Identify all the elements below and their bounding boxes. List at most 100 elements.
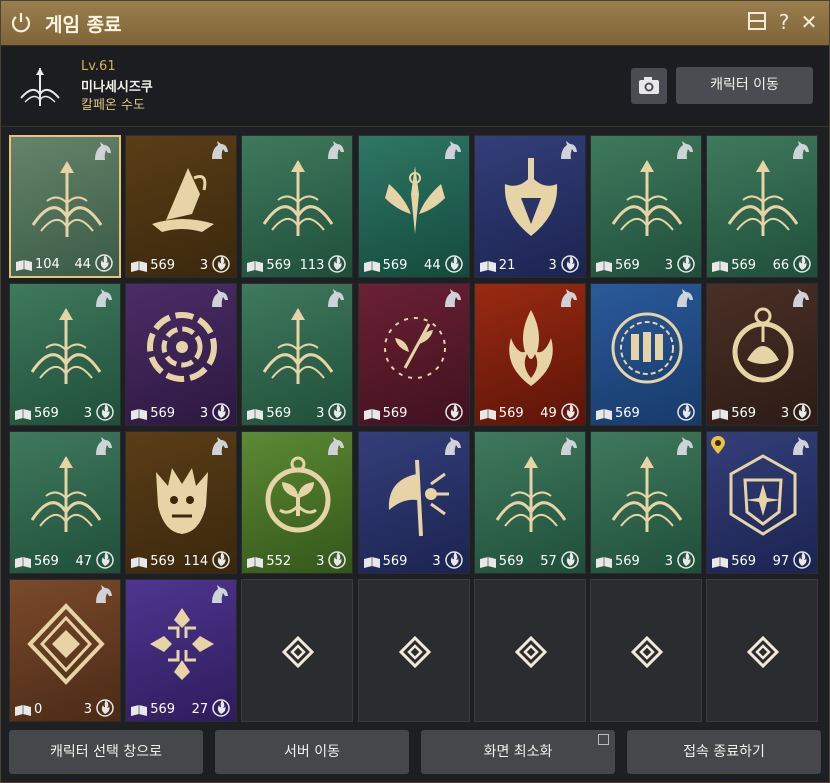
slot-energy-value: 569 <box>731 554 757 569</box>
slot-count-value: 3 <box>432 554 441 569</box>
character-slot[interactable]: 569 3 <box>125 135 238 278</box>
horse-icon <box>441 288 463 308</box>
empty-character-slot[interactable] <box>706 579 819 722</box>
horse-icon <box>92 436 114 456</box>
minimize-panel-icon[interactable] <box>746 11 768 33</box>
class-emblem-icon <box>150 608 215 680</box>
character-location: 칼페온 수도 <box>81 98 145 113</box>
character-slot[interactable]: 569 114 <box>125 431 238 574</box>
class-emblem-icon <box>30 456 102 532</box>
horse-icon <box>441 140 463 160</box>
slot-energy-value: 569 <box>731 258 757 273</box>
character-slot[interactable]: 569 3 <box>9 283 121 426</box>
minimize-screen-button[interactable]: 화면 최소화 <box>421 730 615 774</box>
flame-icon <box>677 401 695 421</box>
horse-icon <box>324 288 346 308</box>
character-slot[interactable]: 569 3 <box>241 283 354 426</box>
flame-icon <box>793 549 811 569</box>
character-slot[interactable]: 569 3 <box>590 431 702 574</box>
class-emblem-icon <box>20 68 60 106</box>
class-emblem-icon <box>611 160 683 236</box>
character-grid: 104 44 569 3 569 113 569 44 21 3 569 3 569 66 569 3 569 3… <box>9 135 821 723</box>
empty-character-slot[interactable] <box>357 579 470 722</box>
flame-icon <box>444 253 463 273</box>
character-slot[interactable]: 569 3 <box>590 135 702 278</box>
slot-count-value: 113 <box>299 258 325 273</box>
energy-book-icon <box>246 554 264 568</box>
energy-book-icon <box>130 702 148 716</box>
character-select-button[interactable]: 캐릭터 선택 창으로 <box>9 730 203 774</box>
energy-book-icon <box>130 406 148 420</box>
energy-book-icon <box>479 258 497 272</box>
slot-energy-value: 569 <box>34 406 59 421</box>
class-emblem-icon <box>495 456 567 532</box>
class-emblem-icon <box>611 456 683 532</box>
slot-count-value: 47 <box>75 554 92 569</box>
character-slot[interactable]: 21 3 <box>473 135 586 278</box>
horse-icon <box>557 288 579 308</box>
flame-icon <box>444 549 463 569</box>
horse-icon <box>789 436 811 456</box>
class-emblem-icon <box>732 307 794 383</box>
empty-character-slot[interactable] <box>590 579 702 722</box>
flame-icon <box>96 401 114 421</box>
server-move-button[interactable]: 서버 이동 <box>215 730 409 774</box>
energy-book-icon <box>711 406 729 420</box>
character-slot[interactable]: 569 3 <box>706 283 819 426</box>
energy-book-icon <box>130 554 148 568</box>
class-emblem-icon <box>156 468 209 534</box>
character-slot[interactable]: 569 <box>590 283 702 426</box>
flame-icon <box>677 253 695 273</box>
slot-energy-value: 569 <box>150 554 176 569</box>
character-slot[interactable]: 569 113 <box>241 135 354 278</box>
character-slot[interactable]: 569 47 <box>9 431 121 574</box>
energy-book-icon <box>363 406 381 420</box>
class-emblem-icon <box>31 161 103 237</box>
energy-book-icon <box>595 258 613 272</box>
character-slot[interactable]: 03 <box>9 579 121 722</box>
character-slot[interactable]: 569 27 <box>125 579 238 722</box>
class-emblem-icon <box>383 317 446 379</box>
energy-book-icon <box>711 258 729 272</box>
slot-energy-value: 569 <box>615 554 640 569</box>
character-name: 미나세시즈쿠 <box>81 80 153 95</box>
slot-energy-value: 104 <box>35 257 60 272</box>
help-icon[interactable]: ? <box>773 11 795 33</box>
class-emblem-icon <box>388 459 449 537</box>
class-emblem-icon <box>729 454 797 536</box>
slot-energy-value: 569 <box>498 554 524 569</box>
empty-character-slot[interactable] <box>241 579 354 722</box>
window-title: 게임 종료 <box>45 14 122 36</box>
expand-corner-icon <box>598 734 609 745</box>
character-slot[interactable]: 552 3 <box>241 431 354 574</box>
character-slot[interactable]: 569 66 <box>706 135 819 278</box>
flame-icon <box>96 697 114 717</box>
energy-book-icon <box>14 554 32 568</box>
character-slot[interactable]: 569 44 <box>357 135 470 278</box>
character-slot[interactable]: 569 49 <box>473 283 586 426</box>
quit-game-button[interactable]: 접속 종료하기 <box>627 730 821 774</box>
flame-icon <box>677 549 695 569</box>
character-slot[interactable]: 569 <box>357 283 470 426</box>
flame-icon <box>793 401 811 421</box>
character-move-button[interactable]: 캐릭터 이동 <box>676 67 813 104</box>
character-slot[interactable]: 104 44 <box>9 135 121 278</box>
empty-slot-icon <box>514 635 547 669</box>
screenshot-button[interactable] <box>631 68 667 104</box>
flame-icon <box>328 549 347 569</box>
class-emblem-icon <box>147 312 218 382</box>
character-slot[interactable]: 569 57 <box>473 431 586 574</box>
slot-energy-value: 569 <box>382 554 408 569</box>
slot-count-value: 27 <box>191 702 209 717</box>
energy-book-icon <box>14 406 32 420</box>
slot-energy-value: 569 <box>382 258 408 273</box>
empty-character-slot[interactable] <box>473 579 586 722</box>
character-slot[interactable]: 569 3 <box>125 283 238 426</box>
character-slot[interactable]: 569 97 <box>706 431 819 574</box>
slot-energy-value: 569 <box>615 258 640 273</box>
horse-icon <box>92 584 114 604</box>
close-icon[interactable]: ✕ <box>798 11 820 33</box>
character-slot[interactable]: 569 3 <box>357 431 470 574</box>
class-emblem-icon <box>30 308 102 384</box>
horse-icon <box>92 288 114 308</box>
